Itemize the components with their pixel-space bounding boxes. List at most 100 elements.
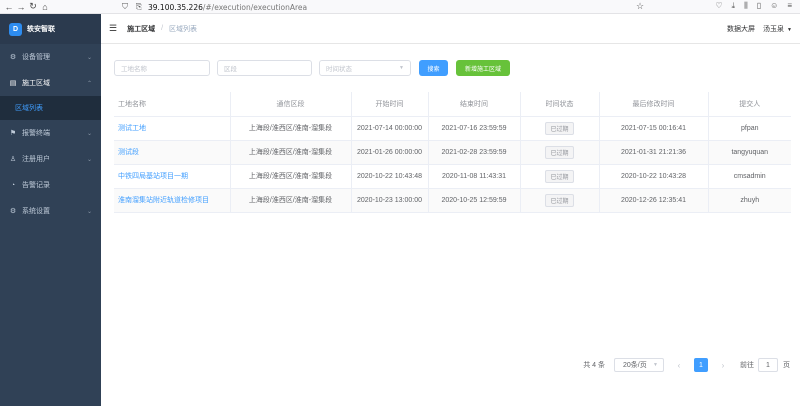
segment-select[interactable]: 区段 bbox=[217, 60, 312, 76]
back-icon[interactable]: ← bbox=[3, 2, 15, 12]
sidebar-item-alarm-terminals[interactable]: ⚑ 报警终端 ⌄ bbox=[0, 120, 101, 146]
pocket-icon[interactable]: ♡ bbox=[715, 1, 722, 11]
chevron-down-icon: ▼ bbox=[653, 362, 658, 368]
submitter-cell: cmsadmin bbox=[708, 164, 791, 189]
download-icon[interactable]: ⤓ bbox=[732, 1, 736, 11]
submitter-cell: pfpan bbox=[708, 116, 791, 141]
add-area-button[interactable]: 新增施工区域 bbox=[456, 60, 510, 76]
user-menu[interactable]: 汤玉泉 ▼ bbox=[763, 24, 792, 34]
settings-icon: ⚙ bbox=[9, 208, 17, 215]
url-host: 39.100.35.226 bbox=[148, 2, 203, 12]
next-page-icon[interactable]: › bbox=[716, 361, 730, 370]
column-header: 通信区段 bbox=[230, 92, 352, 117]
sidebar-item-label: 报警终端 bbox=[22, 130, 50, 137]
end-time-cell: 2020-11-08 11:43:31 bbox=[428, 164, 521, 189]
site-name-link[interactable]: 测试工地 bbox=[118, 125, 146, 132]
page-info-icon: ⎘ bbox=[135, 2, 143, 11]
site-name-link[interactable]: 中铁四局基站项目一期 bbox=[118, 173, 188, 180]
end-time-cell: 2021-07-16 23:59:59 bbox=[428, 116, 521, 141]
brand-name: 轶安智联 bbox=[27, 26, 55, 33]
brand-logo-icon: D bbox=[9, 22, 22, 36]
time-status-select[interactable]: 时间状态 ▼ bbox=[319, 60, 411, 76]
column-header: 开始时间 bbox=[351, 92, 429, 117]
sidebar-item-registered-users[interactable]: ♙ 注册用户 ⌄ bbox=[0, 146, 101, 172]
placeholder: 区段 bbox=[224, 66, 237, 73]
account-icon[interactable]: ☺ bbox=[770, 1, 778, 11]
sidebar-item-label: 设备管理 bbox=[22, 54, 50, 61]
table-row: 测试段 上海段/淮西区/淮南-溜集段 2021-01-26 00:00:00 2… bbox=[114, 140, 791, 165]
menu-icon[interactable]: ≡ bbox=[787, 1, 792, 11]
page-size-value: 20条/页 bbox=[623, 362, 647, 369]
sidebar-item-system-settings[interactable]: ⚙ 系统设置 ⌄ bbox=[0, 198, 101, 224]
segment-cell: 上海段/淮西区/淮南-溜集段 bbox=[230, 188, 352, 213]
segment-cell: 上海段/淮西区/淮南-溜集段 bbox=[230, 116, 352, 141]
main-content: 工地名称 区段 时间状态 ▼ 搜索 新增施工区域 工地名称 通信区段 开始时间 … bbox=[101, 44, 800, 406]
record-icon: ◔ bbox=[10, 181, 16, 189]
table-row: 中铁四局基站项目一期 上海段/淮西区/淮南-溜集段 2020-10-22 10:… bbox=[114, 164, 791, 189]
status-badge: 已过期 bbox=[545, 121, 574, 135]
jump-unit: 页 bbox=[783, 362, 790, 369]
page-size-select[interactable]: 20条/页 ▼ bbox=[614, 358, 664, 372]
column-header: 工地名称 bbox=[114, 92, 231, 117]
end-time-cell: 2021-02-28 23:59:59 bbox=[428, 140, 521, 165]
breadcrumb-separator: / bbox=[161, 25, 164, 32]
modified-time-cell: 2020-12-26 12:35:41 bbox=[599, 188, 709, 213]
segment-cell: 上海段/淮西区/淮南-溜集段 bbox=[230, 164, 352, 189]
sidebar-item-alarm-records[interactable]: ◔ 告警记录 bbox=[0, 172, 101, 198]
jump-page-input[interactable]: 1 bbox=[758, 358, 778, 372]
pagination: 共 4 条 20条/页 ▼ ‹ 1 › 前往 1 页 bbox=[583, 358, 790, 372]
segment-cell: 上海段/淮西区/淮南-溜集段 bbox=[230, 140, 352, 165]
home-icon[interactable]: ⌂ bbox=[39, 2, 51, 12]
brand: D 轶安智联 bbox=[0, 14, 101, 44]
data-screen-link[interactable]: 数据大屏 bbox=[727, 24, 755, 34]
site-name-link[interactable]: 淮南溜集站附近轨道检修项目 bbox=[118, 197, 209, 204]
filter-bar: 工地名称 区段 时间状态 ▼ 搜索 新增施工区域 bbox=[114, 60, 510, 76]
total-count: 共 4 条 bbox=[583, 362, 605, 369]
sidebar-item-devices[interactable]: ⚙ 设备管理 ⌄ bbox=[0, 44, 101, 70]
bookmark-star-icon[interactable]: ☆ bbox=[636, 1, 644, 12]
url-path: /#/execution/executionArea bbox=[202, 2, 308, 12]
sidebar-item-area-list[interactable]: 区域列表 bbox=[0, 96, 101, 120]
sidebar: D 轶安智联 ⚙ 设备管理 ⌄ ▤ 施工区域 ⌃ 区域列表 ⚑ 报警终端 ⌄ ♙… bbox=[0, 14, 101, 406]
status-badge: 已过期 bbox=[545, 169, 574, 183]
modified-time-cell: 2021-01-31 21:21:36 bbox=[599, 140, 709, 165]
placeholder: 时间状态 bbox=[326, 66, 352, 73]
sidebar-toggle-icon[interactable]: ▯ bbox=[757, 1, 761, 11]
column-header: 最后修改时间 bbox=[599, 92, 709, 117]
site-name-link[interactable]: 测试段 bbox=[118, 149, 139, 156]
submitter-cell: tangyuquan bbox=[708, 140, 791, 165]
reload-icon[interactable]: ↻ bbox=[27, 1, 39, 12]
caret-down-icon: ▼ bbox=[787, 27, 792, 33]
library-icon[interactable]: ⫼ bbox=[744, 1, 748, 11]
sidebar-item-label: 注册用户 bbox=[22, 156, 50, 163]
site-name-input[interactable]: 工地名称 bbox=[114, 60, 210, 76]
sidebar-item-construction-area[interactable]: ▤ 施工区域 ⌃ bbox=[0, 70, 101, 96]
breadcrumb-item[interactable]: 施工区域 bbox=[127, 24, 155, 34]
start-time-cell: 2020-10-22 10:43:48 bbox=[351, 164, 429, 189]
column-header: 结束时间 bbox=[428, 92, 521, 117]
start-time-cell: 2020-10-23 13:00:00 bbox=[351, 188, 429, 213]
chevron-down-icon: ⌄ bbox=[86, 208, 92, 215]
modified-time-cell: 2020-10-22 10:43:28 bbox=[599, 164, 709, 189]
prev-page-icon[interactable]: ‹ bbox=[672, 361, 686, 370]
header-actions: 数据大屏 汤玉泉 ▼ bbox=[727, 24, 792, 34]
chevron-down-icon: ▼ bbox=[399, 65, 404, 71]
sidebar-item-label: 告警记录 bbox=[22, 182, 50, 189]
chevron-down-icon: ⌄ bbox=[86, 156, 92, 163]
end-time-cell: 2020-10-25 12:59:59 bbox=[428, 188, 521, 213]
hamburger-icon[interactable]: ☰ bbox=[109, 23, 117, 34]
page-number-current[interactable]: 1 bbox=[694, 358, 708, 372]
table-row: 测试工地 上海段/淮西区/淮南-溜集段 2021-07-14 00:00:00 … bbox=[114, 116, 791, 141]
alarm-icon: ⚑ bbox=[9, 130, 17, 137]
sidebar-item-label: 系统设置 bbox=[22, 208, 50, 215]
address-bar[interactable]: ⛉ ⎘ 39.100.35.226 /#/execution/execution… bbox=[120, 1, 650, 13]
search-button[interactable]: 搜索 bbox=[419, 60, 448, 76]
start-time-cell: 2021-07-14 00:00:00 bbox=[351, 116, 429, 141]
forward-icon[interactable]: → bbox=[15, 2, 27, 12]
table-row: 淮南溜集站附近轨道检修项目 上海段/淮西区/淮南-溜集段 2020-10-23 … bbox=[114, 188, 791, 213]
submitter-cell: zhuyh bbox=[708, 188, 791, 213]
breadcrumb-current: 区域列表 bbox=[169, 25, 198, 33]
browser-toolbar-icons: ♡ ⤓ ⫼ ▯ ☺ ≡ bbox=[715, 1, 792, 11]
table-header-row: 工地名称 通信区段 开始时间 结束时间 时间状态 最后修改时间 提交人 bbox=[114, 92, 791, 117]
area-table: 工地名称 通信区段 开始时间 结束时间 时间状态 最后修改时间 提交人 测试工地… bbox=[114, 92, 791, 213]
